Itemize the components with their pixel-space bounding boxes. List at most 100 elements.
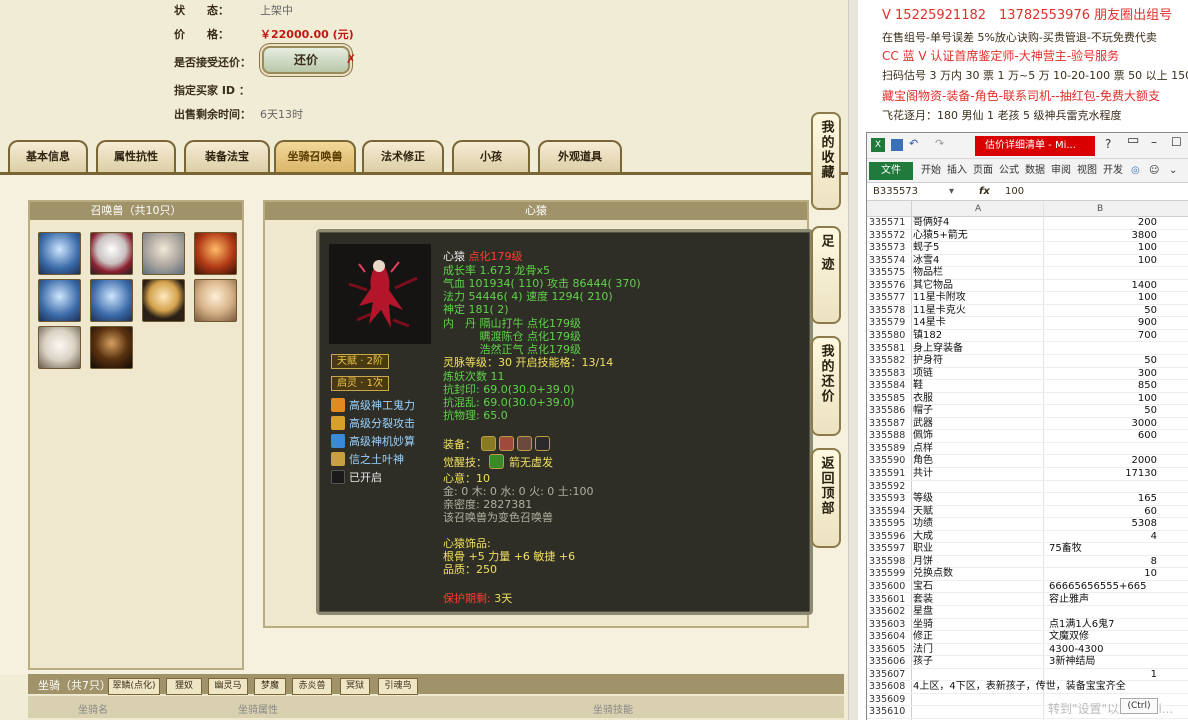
cell-a[interactable]: 11星卡克火 (913, 305, 1043, 318)
cell-b[interactable]: 1 (1043, 669, 1157, 682)
sheet-row[interactable]: 335574 冰雪4 100 (867, 255, 1188, 268)
paste-options-button[interactable]: (Ctrl) (1120, 698, 1158, 714)
cell-a[interactable]: 佩饰 (913, 430, 1043, 443)
tab-mounts-pets[interactable]: 坐骑召唤兽 (274, 140, 356, 172)
pet-thumbnail[interactable] (90, 326, 133, 369)
cell-a[interactable]: 功绩 (913, 518, 1043, 531)
sheet-row[interactable]: 335603 坐骑 点1满1人6鬼7 (867, 619, 1188, 632)
cell-a[interactable]: 身上穿装备 (913, 343, 1043, 356)
row-number[interactable]: 335582 (869, 355, 911, 368)
cell-a[interactable]: 衣服 (913, 393, 1043, 406)
sheet-row[interactable]: 335579 14星卡 900 (867, 317, 1188, 330)
cell-a[interactable]: 角色 (913, 455, 1043, 468)
cell-b[interactable]: 50 (1043, 355, 1157, 368)
cell-a[interactable]: 鞋 (913, 380, 1043, 393)
sheet-row[interactable]: 335601 套装 容止雅声 (867, 594, 1188, 607)
row-number[interactable]: 335602 (869, 606, 911, 619)
back-to-top-button[interactable]: 返回顶部 (811, 448, 841, 548)
cell-b[interactable]: 100 (1043, 242, 1157, 255)
cell-a[interactable]: 护身符 (913, 355, 1043, 368)
cell-a[interactable]: 坐骑 (913, 619, 1043, 632)
sheet-row[interactable]: 335573 蚬子5 100 (867, 242, 1188, 255)
cell-b[interactable]: 1400 (1043, 280, 1157, 293)
sheet-row[interactable]: 335592 (867, 481, 1188, 494)
row-number[interactable]: 335577 (869, 292, 911, 305)
row-number[interactable]: 335593 (869, 493, 911, 506)
cell-b[interactable]: 3新神结局 (1049, 656, 1095, 669)
tab-spells[interactable]: 法术修正 (362, 140, 444, 172)
cell-a[interactable]: 哥俩好4 (913, 217, 1043, 230)
row-number[interactable]: 335578 (869, 305, 911, 318)
cell-a[interactable]: 帽子 (913, 405, 1043, 418)
pet-thumbnail[interactable] (38, 232, 81, 275)
tab-appearance[interactable]: 外观道具 (538, 140, 622, 172)
cell-a[interactable]: 修正 (913, 631, 1043, 644)
row-number[interactable]: 335581 (869, 343, 911, 356)
sign-in-icon[interactable]: ☺ (1149, 162, 1159, 180)
cell-a[interactable]: 心猿5+箭无 (913, 230, 1043, 243)
sheet-row[interactable]: 335607 1 (867, 669, 1188, 682)
row-number[interactable]: 335575 (869, 267, 911, 280)
mount-tab[interactable]: 引魂鸟 (378, 678, 418, 695)
footprint-button[interactable]: 足迹 (811, 226, 841, 324)
help-icon[interactable]: ? (1105, 137, 1111, 151)
ribbon-tab[interactable]: 开始 (921, 162, 941, 180)
cell-a[interactable]: 大成 (913, 531, 1043, 544)
equipment-icon[interactable] (481, 436, 496, 451)
cell-a[interactable]: 职业 (913, 543, 1043, 556)
row-number[interactable]: 335583 (869, 368, 911, 381)
row-number[interactable]: 335573 (869, 242, 911, 255)
sheet-row[interactable]: 335599 兑换点数 10 (867, 568, 1188, 581)
cell-a[interactable]: 套装 (913, 594, 1043, 607)
row-number[interactable]: 335589 (869, 443, 911, 456)
mount-tab[interactable]: 翠鳞(点化) (108, 678, 160, 695)
ribbon-tab[interactable]: 数据 (1025, 162, 1045, 180)
pet-thumbnail[interactable] (142, 279, 185, 322)
row-number[interactable]: 335576 (869, 280, 911, 293)
row-number[interactable]: 335609 (869, 694, 911, 707)
mount-tab[interactable]: 赤炎兽 (292, 678, 332, 695)
sheet-row[interactable]: 335605 法门 4300-4300 (867, 644, 1188, 657)
sheet-row[interactable]: 335606 孩子 3新神结局 (867, 656, 1188, 669)
sheet-row[interactable]: 335590 角色 2000 (867, 455, 1188, 468)
ribbon-tab[interactable]: 插入 (947, 162, 967, 180)
sheet-row[interactable]: 335602 星盘 (867, 606, 1188, 619)
mount-tab[interactable]: 冥狱 (340, 678, 370, 695)
row-number[interactable]: 335598 (869, 556, 911, 569)
cell-a[interactable]: 星盘 (913, 606, 1043, 619)
cell-b[interactable]: 3000 (1043, 418, 1157, 431)
cell-a[interactable]: 点样 (913, 443, 1043, 456)
tab-equipment[interactable]: 装备法宝 (184, 140, 270, 172)
cell-b[interactable]: 165 (1043, 493, 1157, 506)
pet-thumbnail[interactable] (90, 279, 133, 322)
cell-a[interactable]: 宝石 (913, 581, 1043, 594)
cell-a[interactable]: 孩子 (913, 656, 1043, 669)
row-number[interactable]: 335572 (869, 230, 911, 243)
row-number[interactable]: 335603 (869, 619, 911, 632)
row-number[interactable]: 335592 (869, 481, 911, 494)
maximize-icon[interactable]: ☐ (1171, 135, 1182, 149)
column-b-header[interactable]: B (1097, 201, 1103, 217)
sheet-row[interactable]: 335586 帽子 50 (867, 405, 1188, 418)
cell-b[interactable]: 文魔双修 (1049, 631, 1089, 644)
row-number[interactable]: 335586 (869, 405, 911, 418)
sheet-row[interactable]: 335578 11星卡克火 50 (867, 305, 1188, 318)
cell-b[interactable]: 2000 (1043, 455, 1157, 468)
row-number[interactable]: 335594 (869, 506, 911, 519)
cell-b[interactable]: 50 (1043, 405, 1157, 418)
page-scrollbar[interactable] (848, 0, 858, 720)
cell-a[interactable]: 共计 (913, 468, 1043, 481)
ribbon-tab[interactable]: 开发 (1103, 162, 1123, 180)
cell-b[interactable]: 300 (1043, 368, 1157, 381)
cell-b[interactable]: 容止雅声 (1049, 594, 1089, 607)
sheet-row[interactable]: 335598 月饼 8 (867, 556, 1188, 569)
sheet-row[interactable]: 335583 项链 300 (867, 368, 1188, 381)
ribbon-tab-file[interactable]: 文件 (869, 162, 913, 180)
cell-a[interactable]: 蚬子5 (913, 242, 1043, 255)
row-number[interactable]: 335606 (869, 656, 911, 669)
row-number[interactable]: 335580 (869, 330, 911, 343)
cell-b[interactable]: 50 (1043, 305, 1157, 318)
cell-b[interactable]: 66665656555+665 (1049, 581, 1146, 594)
tab-children[interactable]: 小孩 (452, 140, 530, 172)
row-number[interactable]: 335600 (869, 581, 911, 594)
